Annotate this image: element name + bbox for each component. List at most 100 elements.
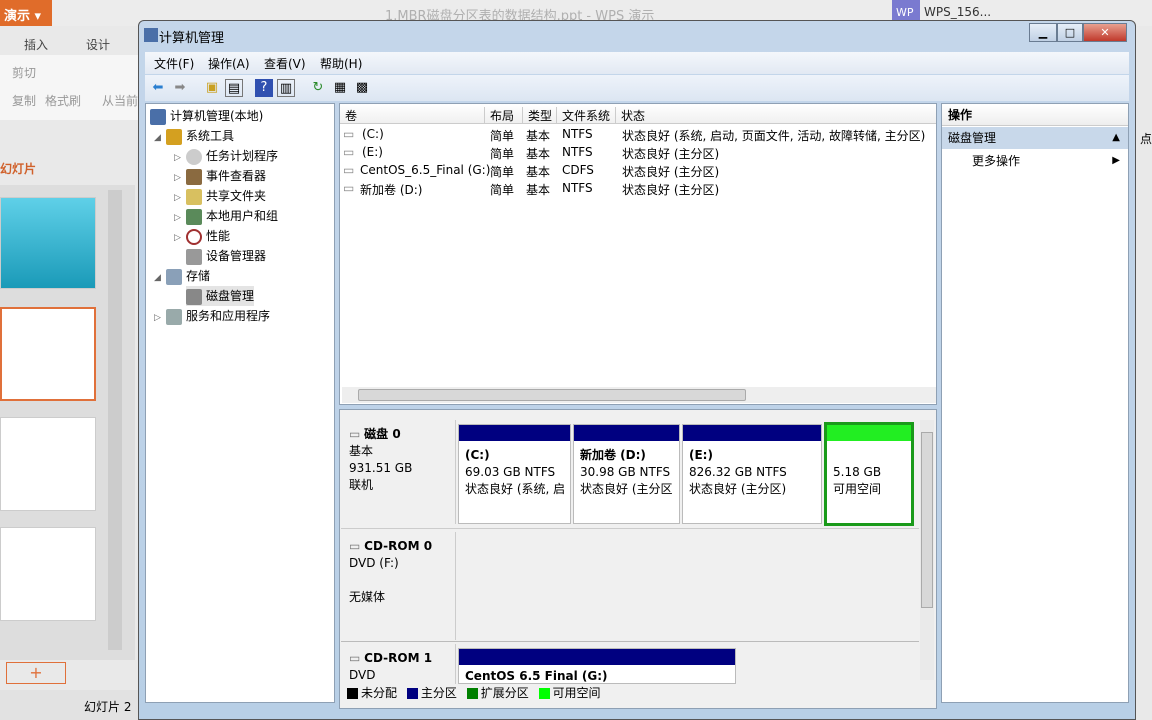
partition-name: CentOS 6.5 Final (G:) [465, 669, 608, 683]
volume-list-header: 卷 布局 类型 文件系统 状态 [340, 104, 936, 124]
partition-size: 826.32 GB NTFS [689, 465, 787, 479]
cell: (C:) [362, 127, 384, 141]
expand-arrow-icon[interactable]: ▷ [174, 148, 186, 168]
up-folder-icon[interactable]: ▣ [203, 79, 221, 97]
menu-action[interactable]: 操作(A) [208, 55, 250, 72]
close-button[interactable]: ✕ [1083, 23, 1127, 42]
slides-scrollbar[interactable] [108, 190, 122, 650]
properties-icon[interactable]: ▦ [331, 79, 349, 97]
menu-help[interactable]: 帮助(H) [320, 55, 362, 72]
table-row[interactable]: ▭ CentOS_6.5_Final (G:) 简单 基本 CDFS 状态良好 (主分区) [340, 161, 936, 179]
slide-thumbnail[interactable] [0, 527, 96, 621]
column-header-volume[interactable]: 卷 [340, 107, 357, 124]
legend: 未分配 主分区 扩展分区 可用空间 [341, 684, 921, 704]
maximize-button[interactable]: □ [1057, 23, 1083, 42]
disk-graphical-view: ▭ 磁盘 0 基本 931.51 GB 联机 (C:) 69.03 GB NTFS 状态良… [339, 409, 937, 709]
disk-0-label[interactable]: ▭ 磁盘 0 基本 931.51 GB 联机 [341, 420, 456, 524]
scroll-thumb[interactable] [921, 432, 933, 608]
partition-e[interactable]: (E:) 826.32 GB NTFS 状态良好 (主分区) [682, 424, 822, 524]
show-hide-tree-icon[interactable]: ▤ [225, 79, 243, 97]
free-space[interactable]: 5.18 GB 可用空间 [824, 422, 914, 526]
collapse-arrow-icon[interactable]: ◢ [154, 128, 166, 148]
partition-c[interactable]: (C:) 69.03 GB NTFS 状态良好 (系统, 启 [458, 424, 571, 524]
cell: 简单 [490, 183, 515, 197]
from-current-button[interactable]: 从当前 [102, 92, 138, 109]
tree-item-system-tools[interactable]: ◢ 系统工具 [154, 126, 234, 146]
cell: 基本 [526, 183, 551, 197]
vertical-scrollbar[interactable] [920, 420, 934, 680]
disk-type: DVD [349, 668, 376, 682]
tree-item-computer-management[interactable]: 计算机管理(本地) [150, 106, 263, 126]
scroll-thumb[interactable] [358, 389, 746, 401]
cell: 状态良好 (主分区) [622, 165, 720, 179]
slide-thumbnail[interactable] [0, 307, 96, 401]
slide-thumbnail[interactable] [0, 417, 96, 511]
partition-g[interactable]: CentOS 6.5 Final (G:) [458, 648, 736, 684]
horizontal-scrollbar[interactable] [342, 387, 936, 403]
tree-label: 磁盘管理 [206, 289, 255, 303]
back-icon[interactable]: ⬅ [149, 79, 167, 97]
expand-arrow-icon[interactable]: ▷ [154, 308, 166, 328]
tree-item-device-manager[interactable]: 设备管理器 [186, 246, 266, 266]
tab-insert[interactable]: 插入 [24, 36, 48, 53]
column-header-filesystem[interactable]: 文件系统 [556, 107, 610, 124]
table-row[interactable]: ▭ (C:) 简单 基本 NTFS 状态良好 (系统, 启动, 页面文件, 活动, 故障转… [340, 125, 936, 143]
tree-item-shared-folders[interactable]: ▷ 共享文件夹 [174, 186, 266, 206]
refresh-icon[interactable]: ↻ [309, 79, 327, 97]
cdrom-0-label[interactable]: ▭ CD-ROM 0 DVD (F:) 无媒体 [341, 532, 456, 640]
table-row[interactable]: ▭ (E:) 简单 基本 NTFS 状态良好 (主分区) [340, 143, 936, 161]
section-label: 磁盘管理 [948, 131, 997, 145]
partition-name: 新加卷 (D:) [580, 448, 646, 462]
wps-app-menu-button[interactable]: 演示 ▾ [0, 0, 52, 26]
disk-name: 磁盘 0 [364, 427, 401, 441]
partition-d[interactable]: 新加卷 (D:) 30.98 GB NTFS 状态良好 (主分区 [573, 424, 680, 524]
menu-bar: 文件(F) 操作(A) 查看(V) 帮助(H) [145, 52, 1129, 74]
minimize-button[interactable]: ▁ [1029, 23, 1057, 42]
column-header-type[interactable]: 类型 [522, 107, 552, 124]
tab-design[interactable]: 设计 [86, 36, 110, 53]
tree-item-disk-management[interactable]: 磁盘管理 [186, 286, 255, 306]
slide-thumbnail[interactable] [0, 197, 96, 289]
copy-button[interactable]: 复制 [12, 92, 36, 109]
slides-tab[interactable]: 幻灯片 [0, 160, 36, 177]
cell: NTFS [562, 127, 593, 141]
account-name[interactable]: WPS_156... [924, 5, 991, 19]
forward-icon[interactable]: ➡ [171, 79, 189, 97]
cut-button[interactable]: 剪切 [12, 64, 36, 81]
cdrom-1-label[interactable]: ▭ CD-ROM 1 DVD [341, 644, 456, 684]
menu-view[interactable]: 查看(V) [264, 55, 306, 72]
settings-icon[interactable]: ▩ [353, 79, 371, 97]
tree-label: 服务和应用程序 [186, 309, 271, 323]
add-slide-button[interactable]: + [6, 662, 66, 684]
help-icon[interactable]: ? [255, 79, 273, 97]
cdrom-icon: ▭ [343, 163, 355, 177]
tree-item-services[interactable]: ▷ 服务和应用程序 [154, 306, 270, 326]
menu-file[interactable]: 文件(F) [154, 55, 194, 72]
cell: 基本 [526, 129, 551, 143]
actions-section-disk-management[interactable]: 磁盘管理 ▲ [942, 127, 1128, 149]
tree-label: 设备管理器 [206, 249, 267, 263]
computer-management-window: 计算机管理 ▁ □ ✕ 文件(F) 操作(A) 查看(V) 帮助(H) ⬅ ➡ … [138, 20, 1136, 720]
column-header-layout[interactable]: 布局 [484, 107, 514, 124]
window-title: 计算机管理 [159, 31, 225, 46]
expand-arrow-icon[interactable]: ▷ [174, 228, 186, 248]
storage-icon [166, 268, 182, 285]
tree-item-task-scheduler[interactable]: ▷ 任务计划程序 [174, 146, 278, 166]
wps-status-bar: 幻灯片 2 [0, 690, 138, 720]
disk-type: 基本 [349, 444, 374, 458]
tree-item-storage[interactable]: ◢ 存储 [154, 266, 210, 286]
collapse-up-icon[interactable]: ▲ [1112, 127, 1120, 149]
column-header-status[interactable]: 状态 [615, 107, 935, 124]
table-row[interactable]: ▭ 新加卷 (D:) 简单 基本 NTFS 状态良好 (主分区) [340, 179, 936, 197]
expand-arrow-icon[interactable]: ▷ [174, 168, 186, 188]
format-painter-button[interactable]: 格式刷 [45, 92, 81, 109]
tree-item-performance[interactable]: ▷ 性能 [174, 226, 230, 246]
more-actions-item[interactable]: 更多操作 ▶ [942, 150, 1128, 172]
tree-label: 性能 [206, 229, 231, 243]
expand-arrow-icon[interactable]: ▷ [174, 208, 186, 228]
tree-item-event-viewer[interactable]: ▷ 事件查看器 [174, 166, 266, 186]
collapse-arrow-icon[interactable]: ◢ [154, 268, 166, 288]
show-hide-action-pane-icon[interactable]: ▥ [277, 79, 295, 97]
tree-item-local-users[interactable]: ▷ 本地用户和组 [174, 206, 278, 226]
expand-arrow-icon[interactable]: ▷ [174, 188, 186, 208]
